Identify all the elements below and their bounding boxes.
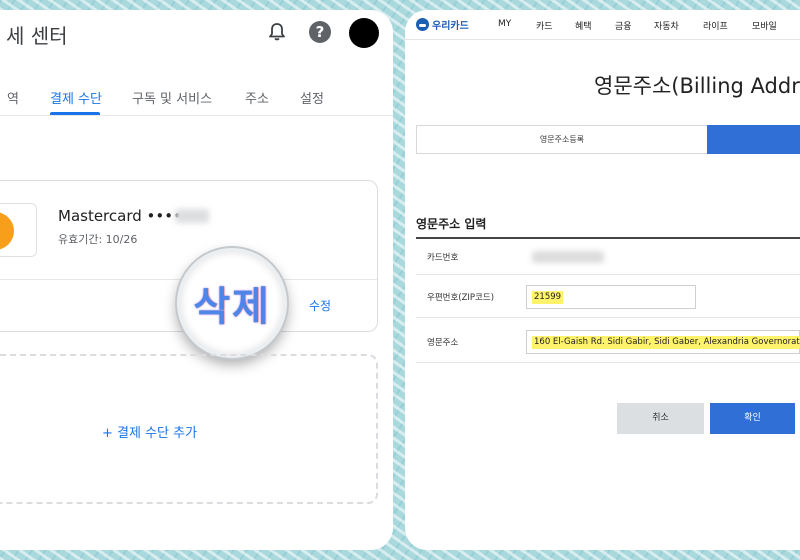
- cancel-button[interactable]: 취소: [617, 403, 704, 434]
- zip-label: 우편번호(ZIP코드): [427, 293, 495, 303]
- tab-history[interactable]: 역: [7, 88, 19, 107]
- active-tab-indicator: [50, 112, 100, 115]
- tab-settings[interactable]: 설정: [300, 88, 324, 107]
- address-label: 영문주소: [427, 338, 459, 348]
- card-number-redaction: [532, 251, 604, 263]
- nav-benefits[interactable]: 혜택: [575, 19, 592, 32]
- google-payments-panel: 세 센터 ? 역 결제 수단 구독 및 서비스 주소 설정 Mastercard…: [0, 10, 393, 550]
- mastercard-logo-icon: [0, 203, 37, 257]
- zip-input[interactable]: 21599: [526, 285, 696, 309]
- card-number-label: 카드번호: [427, 253, 459, 263]
- tab-register-address[interactable]: 영문주소등록: [417, 126, 707, 153]
- nav-life[interactable]: 라이프: [703, 19, 728, 32]
- section-divider: [416, 237, 800, 239]
- woori-card-logo[interactable]: 우리카드: [416, 17, 469, 32]
- woori-logo-icon: [416, 18, 429, 31]
- row-divider: [416, 362, 800, 363]
- add-payment-method-link[interactable]: + 결제 수단 추가: [102, 422, 197, 441]
- zip-value: 21599: [532, 291, 564, 304]
- nav-finance[interactable]: 금융: [615, 19, 632, 32]
- tab-bar: 역 결제 수단 구독 및 서비스 주소 설정: [0, 76, 393, 116]
- edit-card-link[interactable]: 수정: [309, 297, 331, 314]
- tab-active-segment[interactable]: [707, 125, 800, 154]
- nav-card[interactable]: 카드: [536, 19, 553, 32]
- logo-text: 우리카드: [432, 21, 469, 32]
- magnifier-callout: 삭제: [177, 248, 287, 358]
- help-icon[interactable]: ?: [309, 21, 331, 43]
- nav-my[interactable]: MY: [498, 19, 511, 29]
- bell-icon[interactable]: [266, 20, 288, 44]
- confirm-button[interactable]: 확인: [710, 403, 795, 434]
- page-title: 영문주소(Billing Addre: [594, 74, 800, 98]
- address-value: 160 El-Gaish Rd. Sidi Gabir, Sidi Gaber,…: [532, 336, 800, 349]
- tab-subscriptions[interactable]: 구독 및 서비스: [132, 88, 212, 107]
- page-title: 세 센터: [6, 24, 68, 48]
- row-divider: [416, 274, 800, 275]
- avatar[interactable]: [349, 18, 379, 48]
- section-title: 영문주소 입력: [416, 217, 487, 231]
- tab-addresses[interactable]: 주소: [245, 88, 269, 107]
- address-input[interactable]: 160 El-Gaish Rd. Sidi Gabir, Sidi Gaber,…: [526, 330, 800, 354]
- delete-card-button[interactable]: 삭제: [193, 274, 271, 332]
- card-number-redaction: [175, 209, 209, 223]
- row-divider: [416, 317, 800, 318]
- card-expiry: 유효기간: 10/26: [58, 233, 138, 246]
- card-name: Mastercard ••••: [58, 207, 182, 225]
- top-nav: 우리카드 MY 카드 혜택 금융 자동차 라이프 모바일: [405, 10, 800, 40]
- nav-mobile[interactable]: 모바일: [752, 19, 777, 32]
- add-payment-method-box[interactable]: + 결제 수단 추가: [0, 354, 378, 504]
- segmented-control: 영문주소등록: [416, 125, 800, 154]
- nav-auto[interactable]: 자동차: [654, 19, 679, 32]
- woori-card-panel: 우리카드 MY 카드 혜택 금융 자동차 라이프 모바일 영문주소(Billin…: [405, 10, 800, 550]
- tab-payment-methods[interactable]: 결제 수단: [50, 88, 102, 107]
